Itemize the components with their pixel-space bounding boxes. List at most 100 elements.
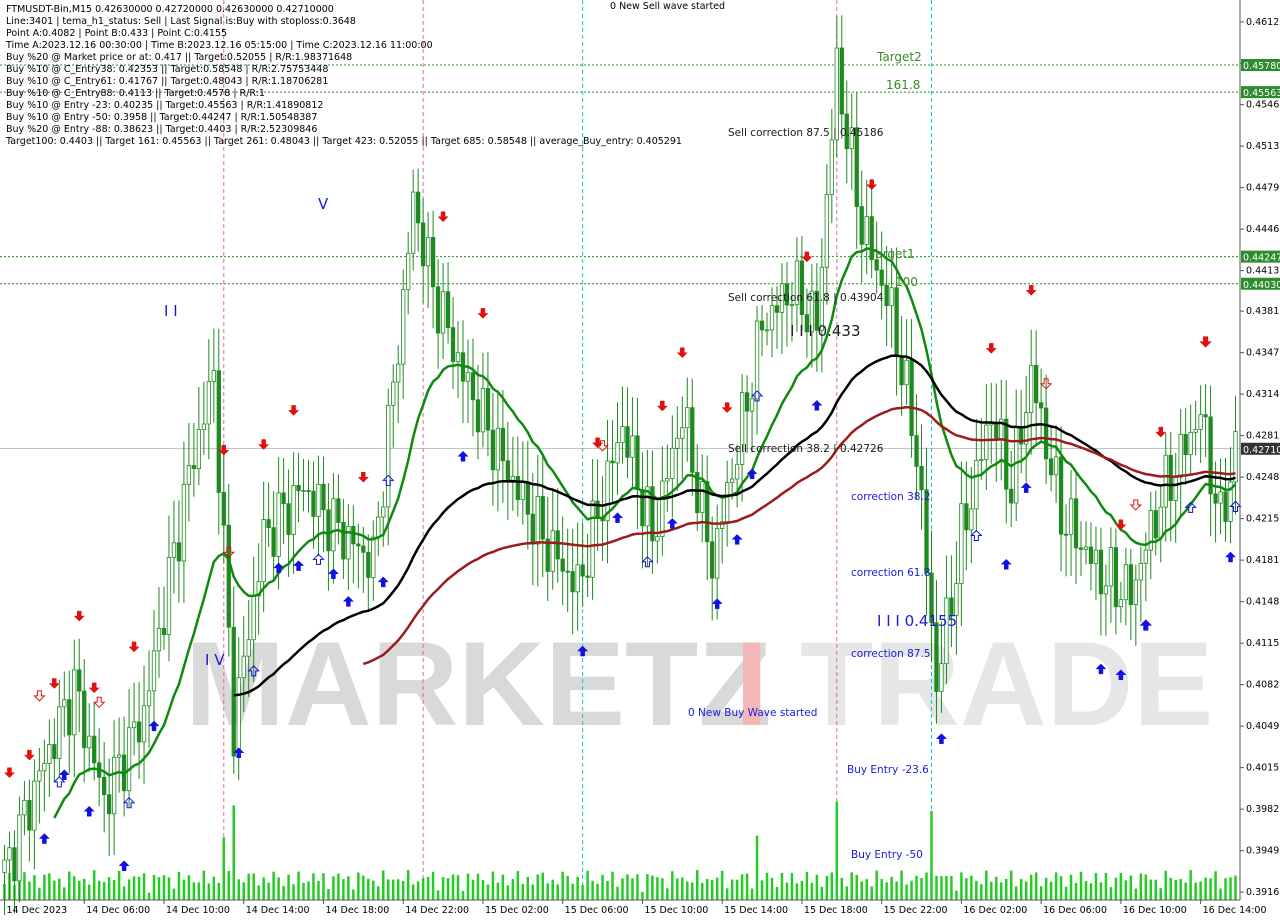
candle-body (764, 329, 770, 332)
watermark-red: I (735, 617, 768, 751)
correction-618: correction 61.8 (851, 567, 930, 579)
sell-hollow-arrow-icon (92, 696, 106, 709)
candle-body (485, 388, 491, 431)
price-tick-label: 0.40823 (1246, 680, 1280, 691)
time-tick-label: 15 Dec 10:00 (644, 905, 708, 916)
candle-body (386, 404, 391, 508)
candle-body (57, 706, 62, 759)
sell-arrow-icon (73, 610, 85, 622)
candle-body (560, 558, 565, 572)
candle-body (525, 481, 530, 515)
candle-body (381, 506, 386, 518)
price-tick-label: 0.39495 (1246, 846, 1280, 857)
candle-body (87, 735, 92, 749)
candle-body (1198, 414, 1203, 430)
candle-body (1118, 599, 1124, 608)
candle-body (690, 407, 695, 473)
candle-body (425, 237, 431, 267)
buy-arrow-icon (1224, 551, 1237, 563)
candle-body (1223, 491, 1228, 522)
candle-body (251, 595, 256, 641)
sell-arrow-icon (258, 439, 270, 450)
time-tick-label: 16 Dec 14:00 (1203, 905, 1267, 916)
candle-body (371, 536, 376, 578)
point-c-label: I I I 0.4155 (877, 612, 957, 630)
candle-body (615, 442, 620, 464)
candle-body (884, 284, 889, 307)
candle-body (680, 427, 685, 439)
price-tick-label: 0.43811 (1246, 306, 1280, 317)
candle-body (1148, 510, 1153, 551)
buy-arrow-icon (1020, 482, 1032, 493)
watermark: MARKETZ I TRADE (185, 617, 1213, 751)
wave-buy-started: 0 New Buy Wave started (688, 707, 817, 719)
candle-body (1213, 493, 1218, 504)
candle-body (575, 564, 580, 593)
candle-body (565, 570, 570, 573)
sell-hollow-arrow-icon (1129, 499, 1143, 511)
candle-body (914, 435, 919, 467)
candle-body (470, 372, 476, 401)
candle-body (146, 690, 152, 707)
candle-body (640, 489, 645, 527)
candle-body (440, 291, 446, 334)
candle-body (974, 460, 979, 510)
candle-body (620, 426, 625, 444)
candle-body (396, 363, 401, 383)
candle-body (366, 551, 371, 578)
sell-arrow-icon (128, 641, 140, 653)
candle-body (246, 639, 251, 657)
time-tick-label: 16 Dec 06:00 (1043, 905, 1107, 916)
candle-body (964, 503, 969, 531)
candle-body (660, 480, 665, 537)
candle-body (22, 799, 27, 816)
candle-body (530, 513, 535, 545)
buy-arrow-icon (292, 560, 305, 571)
candle-body (1043, 407, 1049, 460)
sell-arrow-icon (357, 472, 369, 483)
candle-body (480, 388, 486, 433)
price-chart[interactable]: MARKETZ I TRADE FTMUSDT-Bin,M15 0.426300… (0, 0, 1280, 920)
candle-body (610, 460, 615, 464)
info-line: Point A:0.4082 | Point B:0.433 | Point C… (6, 28, 227, 39)
candle-body (361, 545, 366, 553)
candle-body (1009, 488, 1014, 504)
watermark-dark: MARKETZ (185, 617, 772, 751)
price-tick-label: 0.45463 (1246, 100, 1280, 111)
time-tick-label: 14 Dec 2023 (6, 905, 67, 916)
price-tick-label: 0.41487 (1246, 597, 1280, 608)
candle-body (535, 496, 540, 545)
info-line: FTMUSDT-Bin,M15 0.42630000 0.42720000 0.… (6, 4, 334, 15)
time-tick-label: 16 Dec 10:00 (1123, 905, 1187, 916)
sell-arrow-icon (1025, 285, 1037, 296)
candle-body (979, 459, 984, 461)
sell-arrow-icon (1155, 426, 1167, 438)
candle-body (42, 763, 47, 772)
candle-body (954, 583, 959, 616)
candle-body (734, 463, 740, 480)
candle-body (37, 770, 42, 782)
candle-body (939, 663, 944, 692)
buy-arrow-icon (711, 598, 723, 609)
point-b-label: I I I 0.433 (790, 322, 861, 340)
candle-body (670, 447, 675, 479)
buy-arrow-icon (342, 596, 354, 607)
candle-body (326, 509, 331, 552)
info-line: Line:3401 | tema_h1_status: Sell | Last … (6, 16, 356, 27)
candle-body (1048, 458, 1054, 476)
candle-body (969, 508, 974, 531)
candle-body (1093, 549, 1099, 564)
candle-body (495, 427, 501, 471)
info-line: Buy %10 @ Entry -23: 0.40235 || Target:0… (6, 100, 323, 111)
info-line: Time A:2023.12.16 00:30:00 | Time B:2023… (5, 40, 433, 51)
candle-body (729, 478, 735, 483)
candle-body (136, 721, 142, 743)
candle-body (590, 500, 595, 578)
candle-body (455, 352, 461, 362)
sell-arrow-icon (88, 682, 100, 694)
candle-body (131, 721, 137, 729)
candle-body (1073, 498, 1079, 549)
price-tag-label: 0.45780 (1243, 61, 1280, 72)
candle-body (281, 492, 286, 505)
candle-body (799, 260, 805, 316)
